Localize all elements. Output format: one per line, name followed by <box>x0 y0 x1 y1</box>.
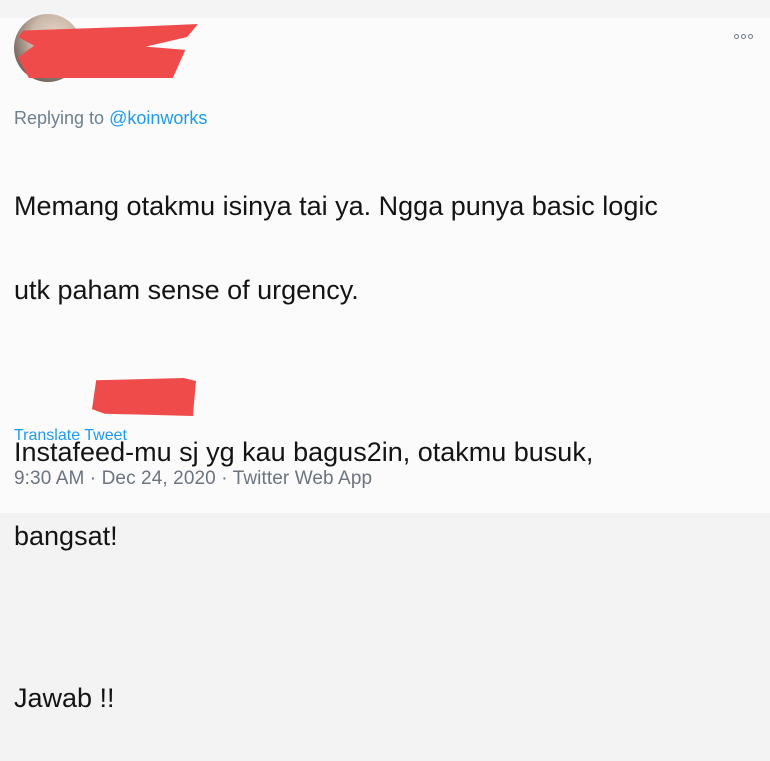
dot-icon <box>734 33 739 39</box>
dot-icon <box>748 33 753 39</box>
redacted-username <box>18 24 198 78</box>
tweet-metadata: 9:30 AM · Dec 24, 2020 · Twitter Web App <box>14 468 373 489</box>
tweet-text: Memang otakmu isinya tai ya. Ngga punya … <box>14 143 744 761</box>
redacted-text <box>92 378 196 416</box>
top-band <box>0 0 770 18</box>
replying-to-label: Replying to <box>14 108 110 128</box>
more-options-icon[interactable] <box>734 29 758 43</box>
dot-icon <box>741 33 746 39</box>
tweet-line-5: Jawab !! <box>14 683 115 713</box>
tweet-line-4: bangsat! <box>14 521 118 551</box>
mention-link[interactable]: @koinworks <box>109 108 207 128</box>
tweet-line-1: Memang otakmu isinya tai ya. Ngga punya … <box>14 191 658 221</box>
tweet-card: Replying to @koinworks Memang otakmu isi… <box>0 0 770 713</box>
translate-tweet-link[interactable]: Translate Tweet <box>14 427 127 445</box>
tweet-gap <box>14 599 744 635</box>
replying-to: Replying to @koinworks <box>14 108 207 129</box>
tweet-line-2: utk paham sense of urgency. <box>14 275 359 305</box>
